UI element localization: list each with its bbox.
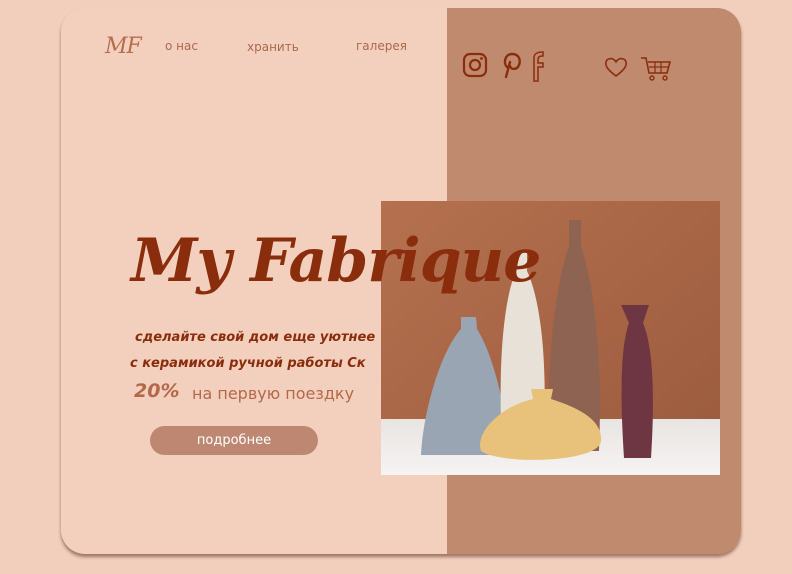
pinterest-icon[interactable] (499, 50, 523, 80)
hero-title: My Fabrique (131, 226, 541, 296)
hero-card: MF о нас хранить галерея My Fabrique сде… (61, 8, 741, 554)
instagram-icon[interactable] (462, 52, 488, 78)
heart-icon[interactable] (604, 56, 628, 78)
logo[interactable]: MF (105, 34, 142, 59)
discount-offer: на первую поездку (192, 384, 355, 403)
hero-subtitle-line1: сделайте свой дом еще уютнее (135, 330, 376, 345)
cart-icon[interactable] (640, 56, 672, 82)
nav-gallery[interactable]: галерея (356, 39, 407, 53)
facebook-icon[interactable] (528, 50, 546, 82)
hero-subtitle-line2: с керамикой ручной работы Ск (130, 356, 366, 371)
discount-value: 20% (134, 380, 180, 402)
nav-about[interactable]: о нас (165, 39, 198, 53)
nav-store[interactable]: хранить (247, 40, 299, 54)
more-button[interactable]: подробнее (150, 426, 318, 455)
